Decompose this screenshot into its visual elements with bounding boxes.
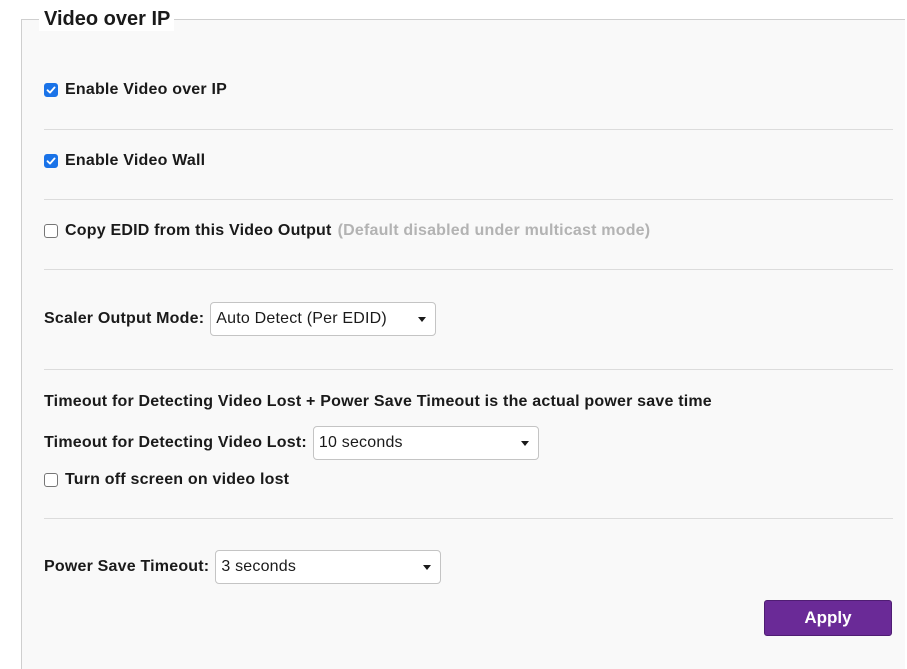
copy-edid-checkbox[interactable]: [44, 224, 58, 238]
chevron-down-icon: [520, 441, 529, 446]
power-save-timeout-select[interactable]: 3 seconds: [215, 550, 442, 584]
turn-off-screen-row: Turn off screen on video lost: [44, 471, 289, 489]
timeout-note: Timeout for Detecting Video Lost + Power…: [44, 393, 712, 410]
divider: [44, 269, 893, 270]
power-save-timeout-label: Power Save Timeout:: [44, 558, 210, 575]
chevron-down-icon: [418, 317, 427, 322]
copy-edid-hint: (Default disabled under multicast mode): [337, 222, 651, 239]
video-lost-timeout-select[interactable]: 10 seconds: [312, 426, 539, 460]
enable-video-over-ip-row: Enable Video over IP: [44, 81, 227, 99]
scaler-output-mode-select[interactable]: Auto Detect (Per EDID): [210, 302, 437, 336]
power-save-timeout-value: 3 seconds: [221, 558, 297, 575]
enable-video-over-ip-checkbox[interactable]: [44, 83, 58, 97]
turn-off-screen-checkbox[interactable]: [44, 473, 58, 487]
divider: [44, 199, 893, 200]
section-title: Video over IP: [39, 7, 175, 31]
power-save-timeout-row: Power Save Timeout: 3 seconds: [44, 550, 442, 584]
chevron-down-icon: [423, 565, 432, 570]
divider: [44, 129, 893, 130]
apply-button[interactable]: Apply: [764, 600, 892, 636]
enable-video-wall-label[interactable]: Enable Video Wall: [65, 152, 205, 170]
enable-video-wall-row: Enable Video Wall: [44, 152, 205, 170]
enable-video-over-ip-label[interactable]: Enable Video over IP: [65, 81, 227, 99]
scaler-output-mode-value: Auto Detect (Per EDID): [216, 310, 387, 327]
divider: [44, 369, 893, 370]
timeout-note-row: Timeout for Detecting Video Lost + Power…: [44, 393, 712, 411]
checkmark-icon: [46, 86, 56, 94]
enable-video-wall-checkbox[interactable]: [44, 154, 58, 168]
copy-edid-label[interactable]: Copy EDID from this Video Output: [65, 222, 332, 240]
copy-edid-row: Copy EDID from this Video Output (Defaul…: [44, 222, 650, 240]
divider: [44, 518, 893, 519]
scaler-output-mode-label: Scaler Output Mode:: [44, 310, 205, 327]
turn-off-screen-label[interactable]: Turn off screen on video lost: [65, 471, 289, 489]
video-lost-timeout-value: 10 seconds: [318, 434, 403, 451]
checkmark-icon: [46, 157, 56, 165]
video-lost-timeout-label: Timeout for Detecting Video Lost:: [44, 434, 307, 451]
scaler-output-mode-row: Scaler Output Mode: Auto Detect (Per EDI…: [44, 302, 437, 336]
video-lost-timeout-row: Timeout for Detecting Video Lost: 10 sec…: [44, 426, 539, 460]
